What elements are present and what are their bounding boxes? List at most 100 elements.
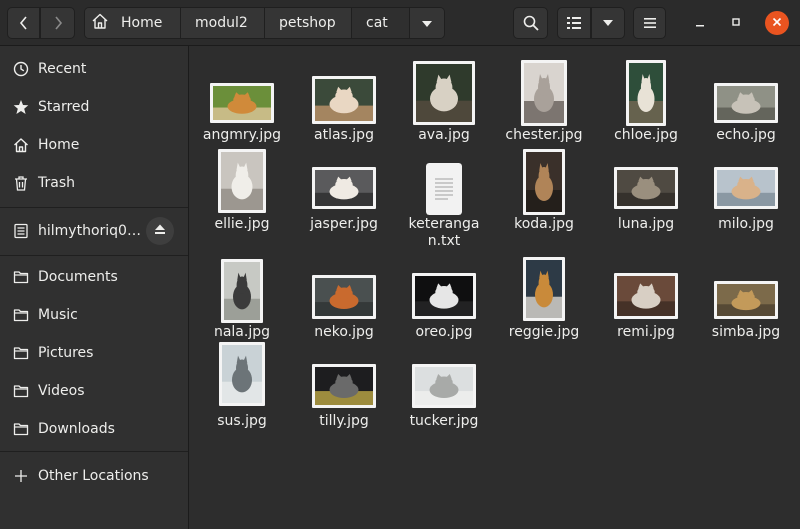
home-icon [12,136,30,154]
image-thumbnail [614,273,678,319]
file-item[interactable]: jasper.jpg [294,143,394,232]
image-thumbnail [412,273,476,319]
breadcrumb-home[interactable]: Home [85,8,181,38]
file-item[interactable]: nala.jpg [192,251,292,340]
maximize-button[interactable] [724,11,748,35]
sidebar-item-label: Home [38,137,80,153]
view-options-button[interactable] [591,7,625,39]
sidebar-item-starred[interactable]: Starred [0,89,188,125]
file-item[interactable]: luna.jpg [596,143,696,232]
file-name: jasper.jpg [310,216,378,232]
image-thumbnail [312,364,376,408]
file-name: remi.jpg [617,324,675,340]
eject-icon [154,223,166,239]
sidebar-item-label: Downloads [38,421,115,437]
folder-icon [12,268,30,286]
image-thumbnail [312,76,376,124]
go-previous-icon [19,16,29,30]
sidebar-item-videos[interactable]: Videos [0,373,188,409]
hamburger-menu-icon [643,18,656,28]
back-button[interactable] [7,7,40,39]
sidebar-separator [0,451,188,452]
file-item[interactable]: simba.jpg [696,251,796,340]
search-icon [523,15,539,31]
file-item[interactable]: sus.jpg [192,340,292,429]
close-button[interactable] [765,11,789,35]
drive-icon [12,222,30,240]
minimize-icon [695,15,705,31]
file-item[interactable]: chloe.jpg [596,54,696,143]
breadcrumb-label: petshop [279,15,336,31]
sidebar-item-downloads[interactable]: Downloads [0,411,188,447]
folder-icon [12,382,30,400]
sidebar-item-pictures[interactable]: Pictures [0,335,188,371]
home-icon [91,12,109,34]
file-name: ava.jpg [418,127,470,143]
list-view-icon [567,17,581,29]
breadcrumb: Home modul2 petshop cat [84,7,445,39]
file-item[interactable]: reggie.jpg [494,251,594,340]
main-menu-button[interactable] [633,7,666,39]
eject-button[interactable] [146,217,174,245]
star-icon [12,98,30,116]
file-item[interactable]: ellie.jpg [192,143,292,232]
file-item[interactable]: remi.jpg [596,251,696,340]
image-thumbnail [626,60,666,126]
breadcrumb-label: Home [121,15,163,31]
file-item[interactable]: keterangan.txt [394,143,494,249]
folder-icon [12,344,30,362]
breadcrumb-dropdown-button[interactable] [410,8,444,38]
file-name: chloe.jpg [614,127,678,143]
minimize-button[interactable] [688,11,712,35]
sidebar-item-home[interactable]: Home [0,127,188,163]
image-thumbnail [221,259,263,323]
breadcrumb-label: modul2 [195,15,248,31]
file-name: milo.jpg [718,216,774,232]
file-item[interactable]: tilly.jpg [294,340,394,429]
file-item[interactable]: angmry.jpg [192,54,292,143]
file-item[interactable]: tucker.jpg [394,340,494,429]
sidebar-item-label: Videos [38,383,85,399]
image-thumbnail [413,61,475,125]
file-name: chester.jpg [505,127,583,143]
sidebar-item-other-locations[interactable]: Other Locations [0,458,188,494]
sidebar-item-music[interactable]: Music [0,297,188,333]
image-thumbnail [714,83,778,123]
chevron-down-icon [422,15,432,31]
sidebar-item-label: Recent [38,61,87,77]
clock-icon [12,60,30,78]
file-item[interactable]: atlas.jpg [294,54,394,143]
file-item[interactable]: ava.jpg [394,54,494,143]
view-toggle-button[interactable] [557,7,591,39]
file-name: neko.jpg [314,324,374,340]
image-thumbnail [218,149,266,213]
file-name: oreo.jpg [415,324,473,340]
sidebar-item-trash[interactable]: Trash [0,165,188,201]
breadcrumb-cat[interactable]: cat [352,8,410,38]
file-item[interactable]: milo.jpg [696,143,796,232]
search-button[interactable] [513,7,548,39]
maximize-icon [731,15,741,31]
file-name: tucker.jpg [409,413,479,429]
file-item[interactable]: oreo.jpg [394,251,494,340]
file-item[interactable]: echo.jpg [696,54,796,143]
file-name: sus.jpg [217,413,267,429]
sidebar-item-drive[interactable]: hilmythoriq0… [0,213,188,249]
sidebar-item-label: Music [38,307,78,323]
sidebar-item-recent[interactable]: Recent [0,51,188,87]
image-thumbnail [412,364,476,408]
file-item[interactable]: neko.jpg [294,251,394,340]
image-thumbnail [523,257,565,321]
breadcrumb-petshop[interactable]: petshop [265,8,352,38]
forward-button[interactable] [40,7,75,39]
file-item[interactable]: chester.jpg [494,54,594,143]
breadcrumb-modul2[interactable]: modul2 [181,8,265,38]
text-file-icon [426,163,462,215]
sidebar-item-documents[interactable]: Documents [0,259,188,295]
file-item[interactable]: koda.jpg [494,143,594,232]
header-bar: Home modul2 petshop cat [0,0,800,46]
file-name: koda.jpg [514,216,574,232]
file-grid: angmry.jpg atlas.jpg ava.jpg chester.jpg chl… [190,46,800,529]
file-name: ellie.jpg [214,216,270,232]
sidebar-separator [0,207,188,208]
